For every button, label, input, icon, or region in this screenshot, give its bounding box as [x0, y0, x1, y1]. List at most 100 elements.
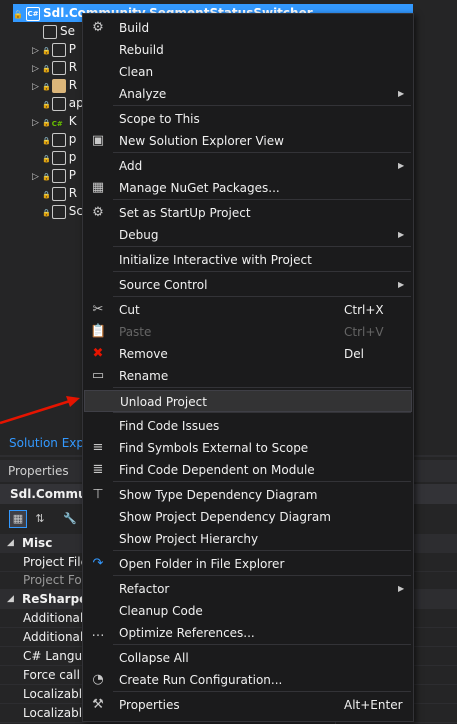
menu-item-label: Optimize References...	[119, 626, 255, 640]
menu-item-find-symbols-external-to-scope[interactable]: ≡ Find Symbols External to Scope	[84, 437, 412, 459]
tree-item[interactable]: 🔒 p	[32, 148, 76, 166]
rename-icon: ▭	[91, 368, 105, 383]
menu-item-shortcut: Alt+Enter	[344, 698, 403, 712]
lock-icon: 🔒	[42, 137, 51, 145]
menu-item-optimize-references[interactable]: … Optimize References...	[84, 622, 412, 644]
menu-item-collapse-all[interactable]: Collapse All	[84, 647, 412, 669]
menu-item-label: Debug	[119, 228, 159, 242]
menu-item-initialize-interactive-with-project[interactable]: Initialize Interactive with Project	[84, 249, 412, 271]
menu-item-label: Refactor	[119, 582, 170, 596]
menu-item-label: Analyze	[119, 87, 167, 101]
menu-item-label: Rename	[119, 369, 169, 383]
menu-item-source-control[interactable]: Source Control ▶	[84, 274, 412, 296]
submenu-arrow-icon: ▶	[398, 89, 405, 98]
menu-separator	[113, 575, 411, 576]
menu-item-remove[interactable]: ✖ Remove Del	[84, 343, 412, 365]
menu-separator	[113, 296, 411, 297]
menu-item-label: Rebuild	[119, 43, 164, 57]
menu-item-rebuild[interactable]: Rebuild	[84, 39, 412, 61]
submenu-arrow-icon: ▶	[398, 584, 405, 593]
menu-item-manage-nuget-packages[interactable]: ▦ Manage NuGet Packages...	[84, 177, 412, 199]
menu-item-debug[interactable]: Debug ▶	[84, 224, 412, 246]
menu-item-refactor[interactable]: Refactor ▶	[84, 578, 412, 600]
collapse-triangle-icon[interactable]: ◢	[7, 534, 14, 553]
menu-item-find-code-dependent-on-module[interactable]: ≣ Find Code Dependent on Module	[84, 459, 412, 481]
tree-item[interactable]: ▷ 🔒 R	[32, 76, 77, 94]
tree-item[interactable]: 🔒 R	[32, 184, 77, 202]
lock-icon: 🔒	[42, 119, 51, 127]
open-folder-icon: ↷	[92, 556, 104, 571]
menu-item-scope-to-this[interactable]: Scope to This	[84, 108, 412, 130]
menu-separator	[113, 481, 411, 482]
menu-separator	[113, 105, 411, 106]
folder-icon	[51, 78, 66, 93]
remove-icon: ✖	[92, 346, 104, 361]
menu-item-label: Find Code Dependent on Module	[119, 463, 315, 477]
menu-item-paste[interactable]: 📋 Paste Ctrl+V	[84, 321, 412, 343]
menu-item-label: Scope to This	[119, 112, 200, 126]
menu-item-show-project-dependency-diagram[interactable]: Show Project Dependency Diagram	[84, 506, 412, 528]
menu-item-label: Paste	[119, 325, 152, 339]
menu-item-label: Properties	[119, 698, 180, 712]
paste-icon: 📋	[90, 324, 107, 339]
tree-item-label: P	[68, 42, 76, 56]
tree-item[interactable]: Se	[32, 22, 75, 40]
lock-icon: 🔒	[42, 47, 51, 55]
lock-icon: 🔒	[13, 10, 23, 19]
tree-item[interactable]: 🔒 ap	[32, 94, 84, 112]
tree-item[interactable]: ▷ 🔒 R	[32, 58, 77, 76]
optimize-references-icon: …	[91, 625, 105, 640]
tree-item-label: R	[68, 186, 78, 200]
lock-icon: 🔒	[42, 209, 51, 217]
menu-item-label: Add	[119, 159, 143, 173]
menu-separator	[113, 199, 411, 200]
tree-item[interactable]: 🔒 p	[32, 130, 76, 148]
menu-item-clean[interactable]: Clean	[84, 61, 412, 83]
alphabetical-sort-icon[interactable]: ⇅	[31, 510, 49, 528]
menu-item-label: Cleanup Code	[119, 604, 203, 618]
tree-item-label: R	[68, 60, 78, 74]
file-icon	[51, 150, 66, 165]
menu-item-find-code-issues[interactable]: Find Code Issues	[84, 415, 412, 437]
menu-item-new-solution-explorer-view[interactable]: ▣ New Solution Explorer View	[84, 130, 412, 152]
menu-item-label: Remove	[119, 347, 168, 361]
property-pages-wrench-icon[interactable]: 🔧	[61, 510, 79, 528]
tree-item[interactable]: ▷ 🔒 P	[32, 166, 76, 184]
wrench-icon: ⚒	[92, 697, 104, 712]
menu-item-shortcut: Ctrl+X	[344, 303, 384, 317]
scissors-icon: ✂	[92, 302, 104, 317]
menu-item-rename[interactable]: ▭ Rename	[84, 365, 412, 387]
csharp-project-icon: C#	[25, 6, 40, 21]
menu-item-analyze[interactable]: Analyze ▶	[84, 83, 412, 105]
menu-item-show-type-dependency-diagram[interactable]: ⊤ Show Type Dependency Diagram	[84, 484, 412, 506]
menu-item-add[interactable]: Add ▶	[84, 155, 412, 177]
submenu-arrow-icon: ▶	[398, 161, 405, 170]
menu-item-label: Open Folder in File Explorer	[119, 557, 285, 571]
new-view-icon: ▣	[91, 133, 105, 148]
menu-item-shortcut: Del	[344, 347, 364, 361]
run-config-icon: ◔	[92, 672, 104, 687]
collapse-triangle-icon[interactable]: ◢	[7, 590, 14, 609]
menu-item-create-run-configuration[interactable]: ◔ Create Run Configuration...	[84, 669, 412, 691]
menu-separator	[113, 387, 411, 388]
menu-item-build[interactable]: ⚙ Build	[84, 17, 412, 39]
menu-item-set-as-startup-project[interactable]: ⚙ Set as StartUp Project	[84, 202, 412, 224]
tree-item[interactable]: 🔒 Sc	[32, 202, 83, 220]
tree-item[interactable]: ▷ 🔒 P	[32, 40, 76, 58]
menu-item-cut[interactable]: ✂ Cut Ctrl+X	[84, 299, 412, 321]
csharp-file-icon: C#	[51, 119, 63, 128]
menu-item-label: Unload Project	[120, 395, 207, 409]
property-name: Additional	[23, 630, 84, 644]
menu-item-cleanup-code[interactable]: Cleanup Code	[84, 600, 412, 622]
tree-item-label: K	[68, 114, 77, 128]
menu-separator	[113, 644, 411, 645]
menu-item-properties[interactable]: ⚒ Properties Alt+Enter	[84, 694, 412, 716]
menu-item-label: Show Project Dependency Diagram	[119, 510, 331, 524]
tree-item-label: Sc	[68, 204, 83, 218]
menu-item-show-project-hierarchy[interactable]: Show Project Hierarchy	[84, 528, 412, 550]
menu-item-open-folder-in-file-explorer[interactable]: ↷ Open Folder in File Explorer	[84, 553, 412, 575]
tree-item[interactable]: ▷ 🔒C# K	[32, 112, 77, 130]
menu-separator	[113, 550, 411, 551]
menu-item-unload-project[interactable]: Unload Project	[84, 390, 412, 412]
categorized-view-icon[interactable]: ▦	[9, 510, 27, 528]
